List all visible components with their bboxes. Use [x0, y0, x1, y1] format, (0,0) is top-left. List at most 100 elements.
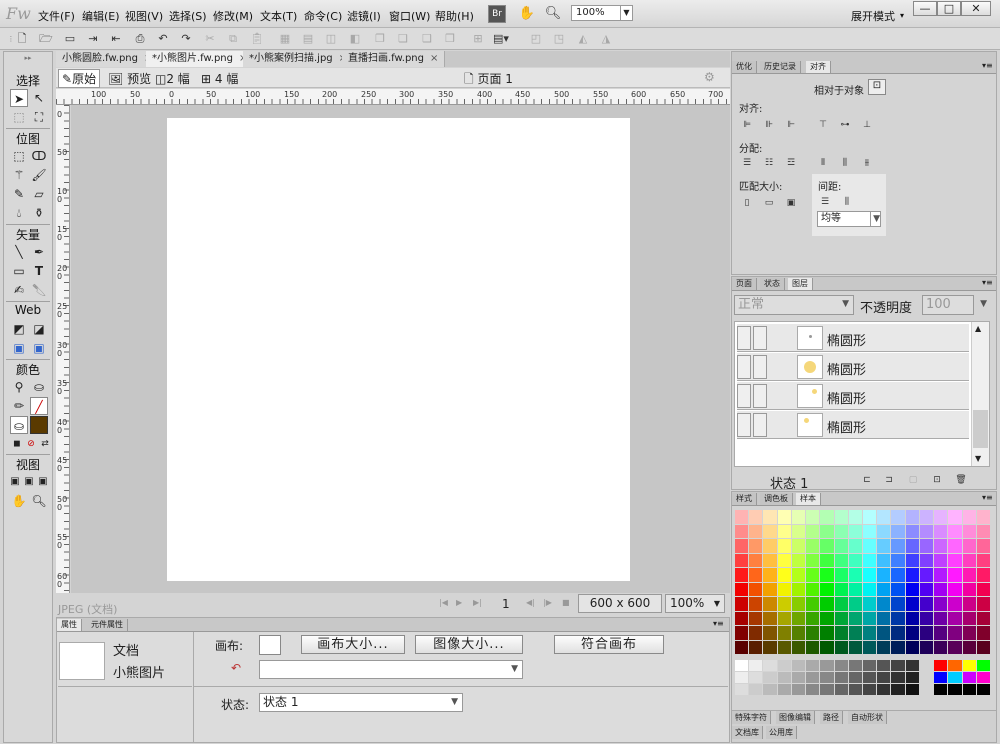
flip-h-icon[interactable]: ◭ — [575, 31, 591, 47]
spacing-select[interactable]: 均等 ▼ — [817, 211, 881, 227]
color-swatch[interactable] — [919, 524, 934, 538]
color-swatch[interactable] — [820, 626, 834, 640]
color-swatch[interactable] — [948, 684, 962, 695]
color-swatch[interactable] — [848, 582, 862, 596]
color-swatch[interactable] — [919, 626, 934, 640]
fill-bucket-icon[interactable]: ⛀ — [10, 416, 28, 434]
color-swatch[interactable] — [905, 660, 919, 671]
relative-to-button[interactable]: ⊡ — [868, 79, 886, 95]
color-swatch[interactable] — [834, 684, 848, 695]
doc-tab[interactable]: *小熊案例扫描.jpg× — [243, 51, 355, 67]
color-swatch[interactable] — [777, 568, 791, 582]
color-swatch[interactable] — [976, 640, 990, 654]
rotate-cw-icon[interactable]: ◳ — [551, 31, 567, 47]
color-swatch[interactable] — [848, 672, 862, 683]
rectangle-icon[interactable]: ▭ — [10, 262, 28, 280]
menu-window[interactable]: 窗口(W) — [389, 8, 430, 24]
color-swatch[interactable] — [791, 640, 806, 654]
color-swatch[interactable] — [791, 660, 806, 671]
color-swatch[interactable] — [919, 640, 934, 654]
color-swatch[interactable] — [863, 626, 877, 640]
color-swatch[interactable] — [863, 582, 877, 596]
color-swatch[interactable] — [848, 684, 862, 695]
menu-view[interactable]: 视图(V) — [125, 8, 163, 24]
color-swatch[interactable] — [863, 510, 877, 524]
color-swatch[interactable] — [820, 539, 834, 553]
lasso-icon[interactable]: ↀ — [30, 147, 48, 165]
color-swatch[interactable] — [848, 568, 862, 582]
panel-menu-icon[interactable]: ▾≡ — [713, 619, 724, 628]
print-icon[interactable]: ⎙ — [132, 31, 148, 47]
zoom-tool-icon[interactable]: 🔍︎ — [30, 492, 48, 510]
color-swatch[interactable] — [934, 553, 948, 567]
color-swatch[interactable] — [791, 568, 806, 582]
eyedropper-icon[interactable]: ⚲ — [10, 378, 28, 396]
color-swatch[interactable] — [820, 510, 834, 524]
color-swatch[interactable] — [905, 640, 919, 654]
menu-edit[interactable]: 编辑(E) — [82, 8, 120, 24]
tab-swatches[interactable]: 样本 — [796, 493, 821, 505]
color-swatch[interactable] — [891, 510, 905, 524]
redo-icon[interactable]: ↷ — [178, 31, 194, 47]
color-swatch[interactable] — [948, 611, 962, 625]
hide-slices-icon[interactable]: ▣ — [10, 339, 28, 357]
color-swatch[interactable] — [834, 611, 848, 625]
color-swatch[interactable] — [834, 660, 848, 671]
color-swatch[interactable] — [763, 510, 777, 524]
new-layer-icon[interactable]: ▢ — [906, 473, 920, 487]
color-swatch[interactable] — [962, 597, 976, 611]
color-swatch[interactable] — [749, 539, 763, 553]
swap-colors-icon[interactable]: ⇄ — [36, 435, 54, 453]
color-swatch[interactable] — [934, 597, 948, 611]
color-swatch[interactable] — [863, 568, 877, 582]
distribute-top-icon[interactable]: ☰ — [740, 156, 754, 170]
color-swatch[interactable] — [905, 626, 919, 640]
color-swatch[interactable] — [791, 524, 806, 538]
color-swatch[interactable] — [948, 539, 962, 553]
color-swatch[interactable] — [777, 640, 791, 654]
play-icon[interactable]: ▶ — [456, 598, 462, 607]
eraser-icon[interactable]: ▱ — [30, 185, 48, 203]
subselect-icon[interactable]: ↖ — [30, 89, 48, 107]
color-swatch[interactable] — [934, 684, 948, 695]
color-swatch[interactable] — [863, 553, 877, 567]
color-swatch[interactable] — [962, 568, 976, 582]
freeform-icon[interactable]: ✍ — [10, 281, 28, 299]
fit-canvas-button[interactable]: 符合画布 — [554, 635, 664, 654]
color-swatch[interactable] — [763, 553, 777, 567]
match-width-icon[interactable]: ▯ — [740, 196, 754, 210]
new-bitmap-icon[interactable]: ⊡ — [930, 473, 944, 487]
color-swatch[interactable] — [919, 611, 934, 625]
color-swatch[interactable] — [848, 510, 862, 524]
match-height-icon[interactable]: ▭ — [762, 196, 776, 210]
menu-filters[interactable]: 滤镜(I) — [347, 8, 381, 24]
color-swatch[interactable] — [891, 660, 905, 671]
color-swatch[interactable] — [791, 672, 806, 683]
color-swatch[interactable] — [919, 597, 934, 611]
color-swatch[interactable] — [863, 672, 877, 683]
color-swatch[interactable] — [891, 539, 905, 553]
color-swatch[interactable] — [735, 597, 749, 611]
next-frame-icon[interactable]: |▶ — [543, 598, 552, 607]
hotspot-icon[interactable]: ◩ — [10, 320, 28, 338]
color-swatch[interactable] — [848, 611, 862, 625]
tab-optimize[interactable]: 优化 — [732, 61, 757, 73]
color-swatch[interactable] — [905, 553, 919, 567]
tab-symbol-properties[interactable]: 元件属性 — [87, 619, 128, 631]
color-swatch[interactable] — [976, 582, 990, 596]
stroke-icon[interactable]: ✏ — [10, 397, 28, 415]
color-swatch[interactable] — [735, 582, 749, 596]
share-layer-icon[interactable]: ⊏ — [860, 473, 874, 487]
color-swatch[interactable] — [976, 524, 990, 538]
color-swatch[interactable] — [806, 672, 820, 683]
opacity-field[interactable]: 100 ▼ — [922, 295, 987, 315]
cut-icon[interactable]: ✂ — [202, 31, 218, 47]
color-swatch[interactable] — [976, 626, 990, 640]
color-swatch[interactable] — [806, 510, 820, 524]
tab-align[interactable]: 对齐 — [806, 61, 831, 73]
color-swatch[interactable] — [763, 626, 777, 640]
tab-image-edit[interactable]: 图像编辑 — [776, 711, 815, 724]
color-swatch[interactable] — [905, 597, 919, 611]
color-swatch[interactable] — [820, 660, 834, 671]
distribute-left-icon[interactable]: ⫴ — [816, 156, 830, 170]
